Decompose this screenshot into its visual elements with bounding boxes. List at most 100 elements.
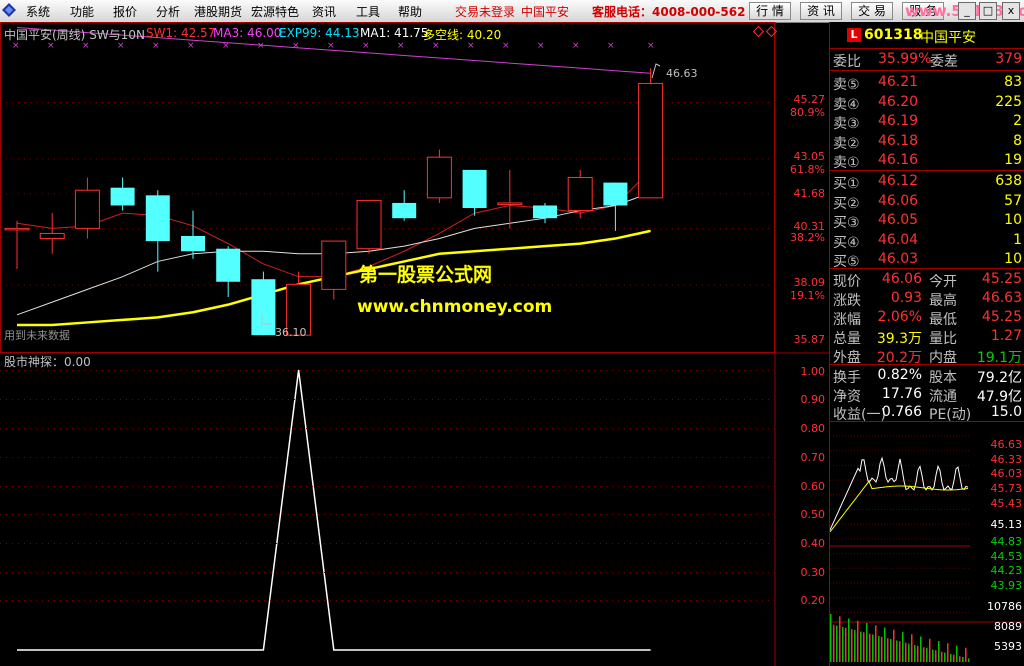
grid-dot <box>642 284 643 286</box>
tab-market[interactable]: 行 情 <box>749 2 791 20</box>
sub-grid-dot <box>684 543 685 544</box>
grid-dot <box>678 193 679 195</box>
sub-grid-dot <box>114 428 115 429</box>
sub-grid-dot <box>774 486 775 487</box>
formula-name[interactable]: SW与10N <box>89 28 145 42</box>
menu-tools[interactable]: 工具 <box>356 3 380 20</box>
grid-dot <box>6 158 7 160</box>
sub-grid-dot <box>552 370 553 371</box>
grid-dot <box>312 158 313 160</box>
ma1-value: MA1: 41.75 <box>360 26 429 40</box>
grid-dot <box>732 193 733 195</box>
grid-dot <box>522 158 523 160</box>
sub-grid-dot <box>474 486 475 487</box>
menu-help[interactable]: 帮助 <box>398 3 422 20</box>
sub-grid-dot <box>486 600 487 601</box>
grid-dot <box>30 228 31 230</box>
sub-grid-dot <box>234 370 235 371</box>
chart-area[interactable]: × × × × × × × × × × × × × × × × × × × 中国平安(周线) SW与10N SW1:… <box>0 22 829 666</box>
sub-grid-dot <box>222 543 223 544</box>
sub-grid-dot <box>636 572 637 573</box>
sub-grid-dot <box>240 572 241 573</box>
bid-price: 46.04 <box>878 231 919 248</box>
sub-grid-dot <box>198 486 199 487</box>
sub-grid-dot <box>630 543 631 544</box>
sub-grid-dot <box>678 486 679 487</box>
grid-dot <box>630 284 631 286</box>
app-logo-icon[interactable] <box>2 3 16 17</box>
grid-dot <box>354 228 355 230</box>
maximize-button[interactable]: □ <box>979 2 997 20</box>
sub-grid-dot <box>312 399 313 400</box>
sub-grid-dot <box>318 457 319 458</box>
sub-grid-dot <box>228 572 229 573</box>
sub-grid-dot <box>30 600 31 601</box>
sub-grid-dot <box>438 457 439 458</box>
grid-dot <box>294 158 295 160</box>
stock-code[interactable]: 601318 <box>864 27 922 43</box>
login-status[interactable]: 交易未登录 <box>455 3 515 20</box>
menu-quote[interactable]: 报价 <box>113 3 137 20</box>
volume-bar <box>893 629 895 662</box>
sub-grid-dot <box>582 428 583 429</box>
menu-hk-futures[interactable]: 港股期货 <box>194 3 242 20</box>
grid-dot <box>540 193 541 195</box>
settings-diamond-icon[interactable] <box>752 25 765 38</box>
grid-dot <box>336 193 337 195</box>
sub-grid-dot <box>258 457 259 458</box>
grid-dot <box>108 102 109 103</box>
minimize-button[interactable]: _ <box>958 2 976 20</box>
sub-grid-dot <box>228 370 229 371</box>
menu-news[interactable]: 资讯 <box>312 3 336 20</box>
sub-grid-dot <box>48 399 49 400</box>
sub-grid-dot <box>732 399 733 400</box>
sub-grid-dot <box>402 572 403 573</box>
grid-dot <box>348 102 349 103</box>
grid-dot <box>42 193 43 195</box>
grid-dot <box>426 228 427 230</box>
grid-dot <box>234 228 235 230</box>
sub-grid-dot <box>30 543 31 544</box>
sub-grid-dot <box>72 486 73 487</box>
menu-hongyuan[interactable]: 宏源特色 <box>251 3 299 20</box>
sub-grid-dot <box>24 428 25 429</box>
sub-grid-dot <box>348 543 349 544</box>
sub-grid-dot <box>678 399 679 400</box>
grid-dot <box>522 102 523 103</box>
sub-grid-dot <box>480 457 481 458</box>
grid-dot <box>72 158 73 160</box>
sub-grid-dot <box>96 543 97 544</box>
grid-dot <box>678 284 679 286</box>
grid-dot <box>702 158 703 160</box>
menu-system[interactable]: 系统 <box>26 3 50 20</box>
sub-grid-dot <box>576 543 577 544</box>
sub-grid-dot <box>456 370 457 371</box>
sub-grid-dot <box>564 572 565 573</box>
sub-grid-dot <box>492 572 493 573</box>
ma3-marker: × <box>607 41 615 51</box>
quote-row: 净资 17.76 流通 47.9亿 <box>830 385 1024 405</box>
grid-dot <box>390 193 391 195</box>
grid-dot <box>762 228 763 230</box>
grid-dot <box>456 228 457 230</box>
sub-grid-dot <box>240 370 241 371</box>
tab-trade[interactable]: 交 易 <box>851 2 893 20</box>
close-button[interactable]: x <box>1002 2 1020 20</box>
tab-news[interactable]: 资 讯 <box>800 2 842 20</box>
chart-canvas[interactable]: × × × × × × × × × × × × × × × × × × × <box>0 22 829 666</box>
grid-dot <box>564 228 565 230</box>
sub-grid-dot <box>126 514 127 515</box>
sub-grid-dot <box>462 543 463 544</box>
sub-grid-dot <box>522 399 523 400</box>
sub-axis-label: 0.60 <box>800 480 826 493</box>
sub-grid-dot <box>552 428 553 429</box>
menu-function[interactable]: 功能 <box>70 3 94 20</box>
sub-grid-dot <box>180 514 181 515</box>
grid-dot <box>708 228 709 230</box>
hotline: 客服电话：4008-000-562 <box>592 5 746 19</box>
menu-analysis[interactable]: 分析 <box>156 3 180 20</box>
sub-grid-dot <box>294 600 295 601</box>
grid-dot <box>582 158 583 160</box>
sub-grid-dot <box>30 572 31 573</box>
sub-grid-dot <box>432 543 433 544</box>
